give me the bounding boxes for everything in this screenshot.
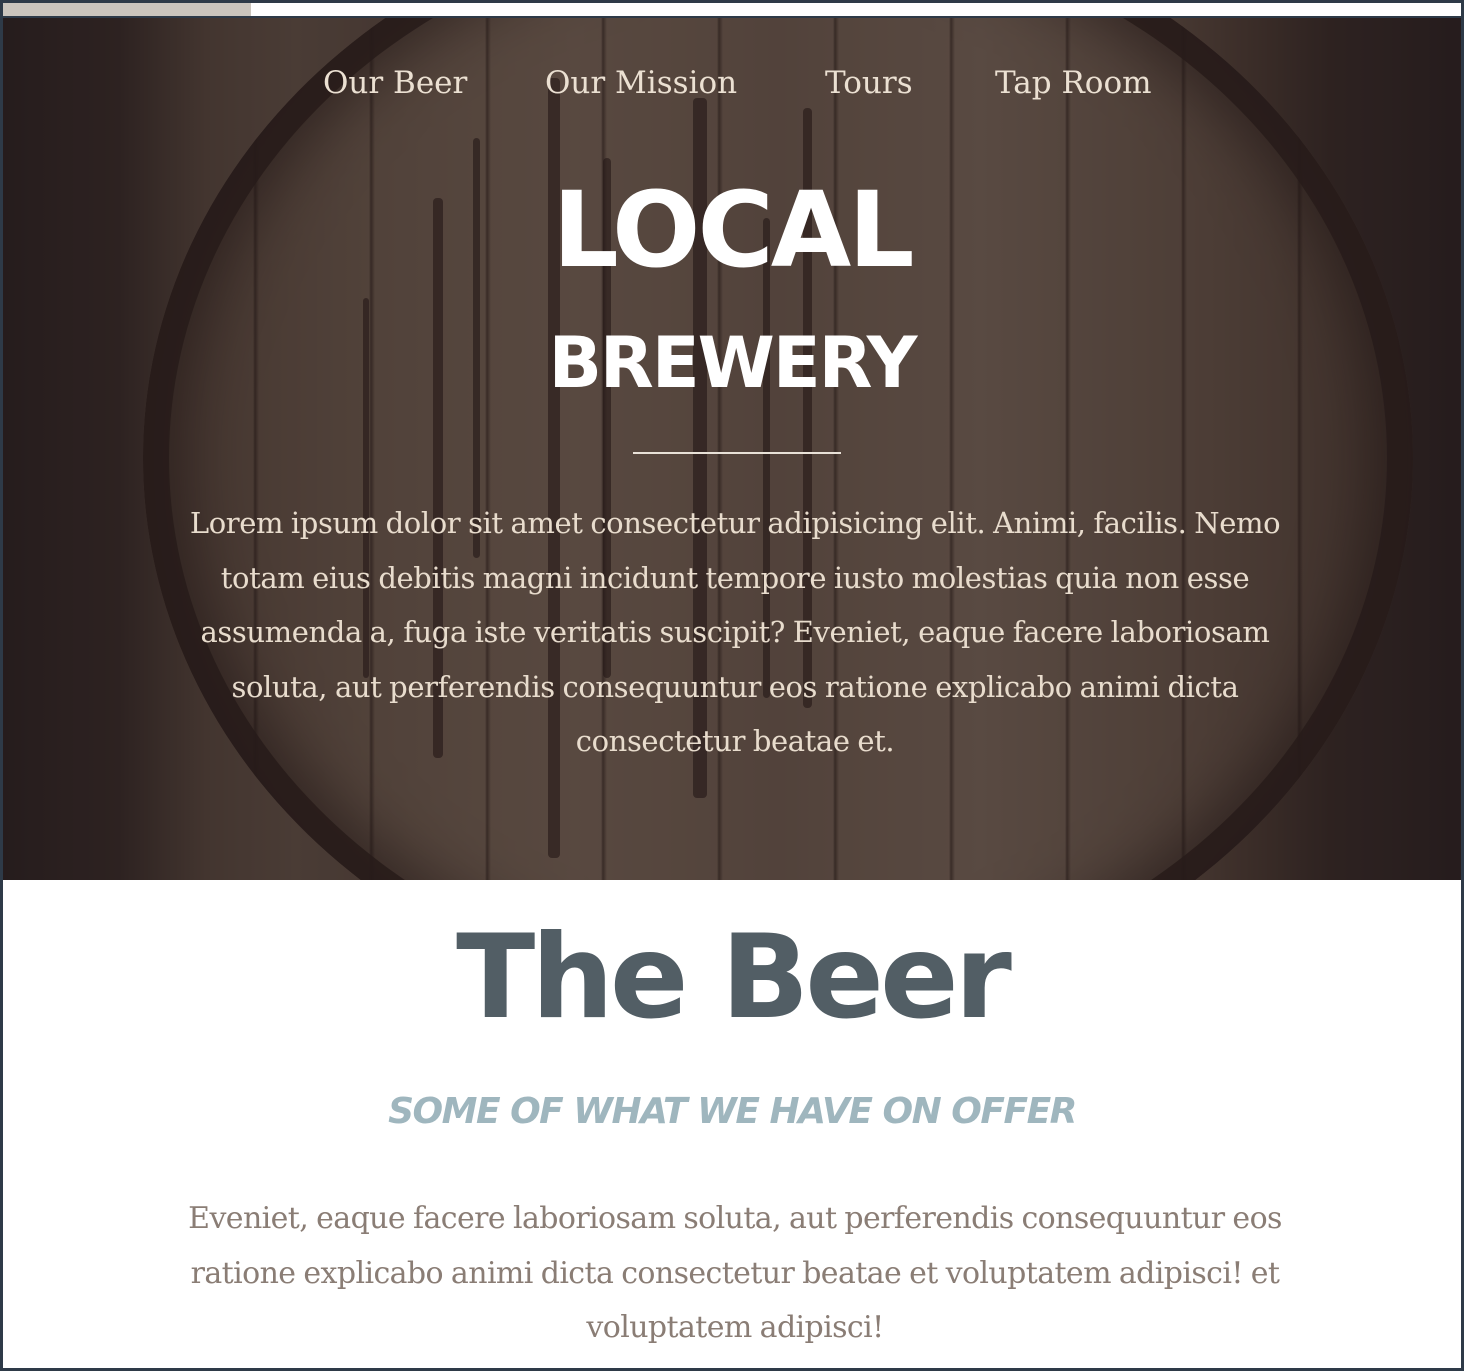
scroll-progress-fill bbox=[3, 3, 251, 16]
browser-frame: Our Beer Our Mission Tours Tap Room LOCA… bbox=[0, 0, 1464, 1371]
beer-section-title: The Beer bbox=[456, 910, 1012, 1045]
beer-section: The Beer SOME OF WHAT WE HAVE ON OFFER E… bbox=[3, 880, 1461, 1368]
nav-item-tap-room[interactable]: Tap Room bbox=[995, 65, 1152, 101]
hero-section: Our Beer Our Mission Tours Tap Room LOCA… bbox=[3, 18, 1461, 880]
hero-title-local: LOCAL bbox=[552, 169, 914, 291]
hero-description: Lorem ipsum dolor sit amet consectetur a… bbox=[189, 506, 1281, 758]
nav-item-tours[interactable]: Tours bbox=[825, 65, 913, 101]
scroll-progress-bar bbox=[3, 3, 1461, 16]
beer-section-description: Eveniet, eaque facere laboriosam soluta,… bbox=[188, 1201, 1282, 1345]
beer-section-subtitle: SOME OF WHAT WE HAVE ON OFFER bbox=[388, 1091, 1077, 1132]
nav-item-our-beer[interactable]: Our Beer bbox=[323, 65, 467, 101]
hero-divider bbox=[633, 452, 841, 454]
nav-item-our-mission[interactable]: Our Mission bbox=[545, 65, 737, 101]
hero-title-brewery: BREWERY bbox=[548, 322, 918, 404]
main-nav: Our Beer Our Mission Tours Tap Room bbox=[3, 65, 1461, 115]
